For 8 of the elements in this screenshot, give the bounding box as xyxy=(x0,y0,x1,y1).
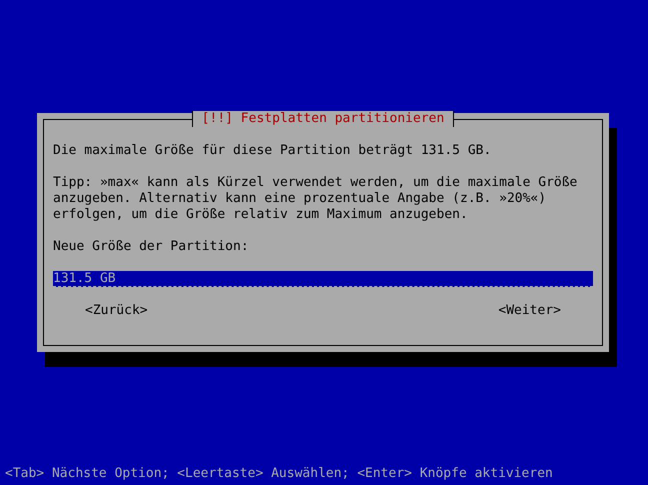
dialog-button[interactable]: <Weiter> xyxy=(498,303,561,319)
hint-text: Tipp: »max« kann als Kürzel verwendet werden, um die maximale Größe anzugeben. Alternativ kann eine prozentuale Angabe (z.B. »20%«) erfolgen, um die Größe relativ zum Maximum anzugeben. xyxy=(53,175,578,223)
keyboard-hint-text: <Tab> Nächste Option; <Leertaste> Auswählen; <Enter> Knöpfe aktivieren xyxy=(5,466,553,482)
dialog-button[interactable]: <Zurück> xyxy=(85,303,148,319)
field-label: Neue Größe der Partition: xyxy=(53,239,250,255)
size-input-field[interactable]: 131.5 GB xyxy=(53,271,593,287)
dialog-title: [!!] Festplatten partitionieren xyxy=(192,111,454,127)
message-text: Die maximale Größe für diese Partition beträgt 131.5 GB. xyxy=(53,143,492,159)
